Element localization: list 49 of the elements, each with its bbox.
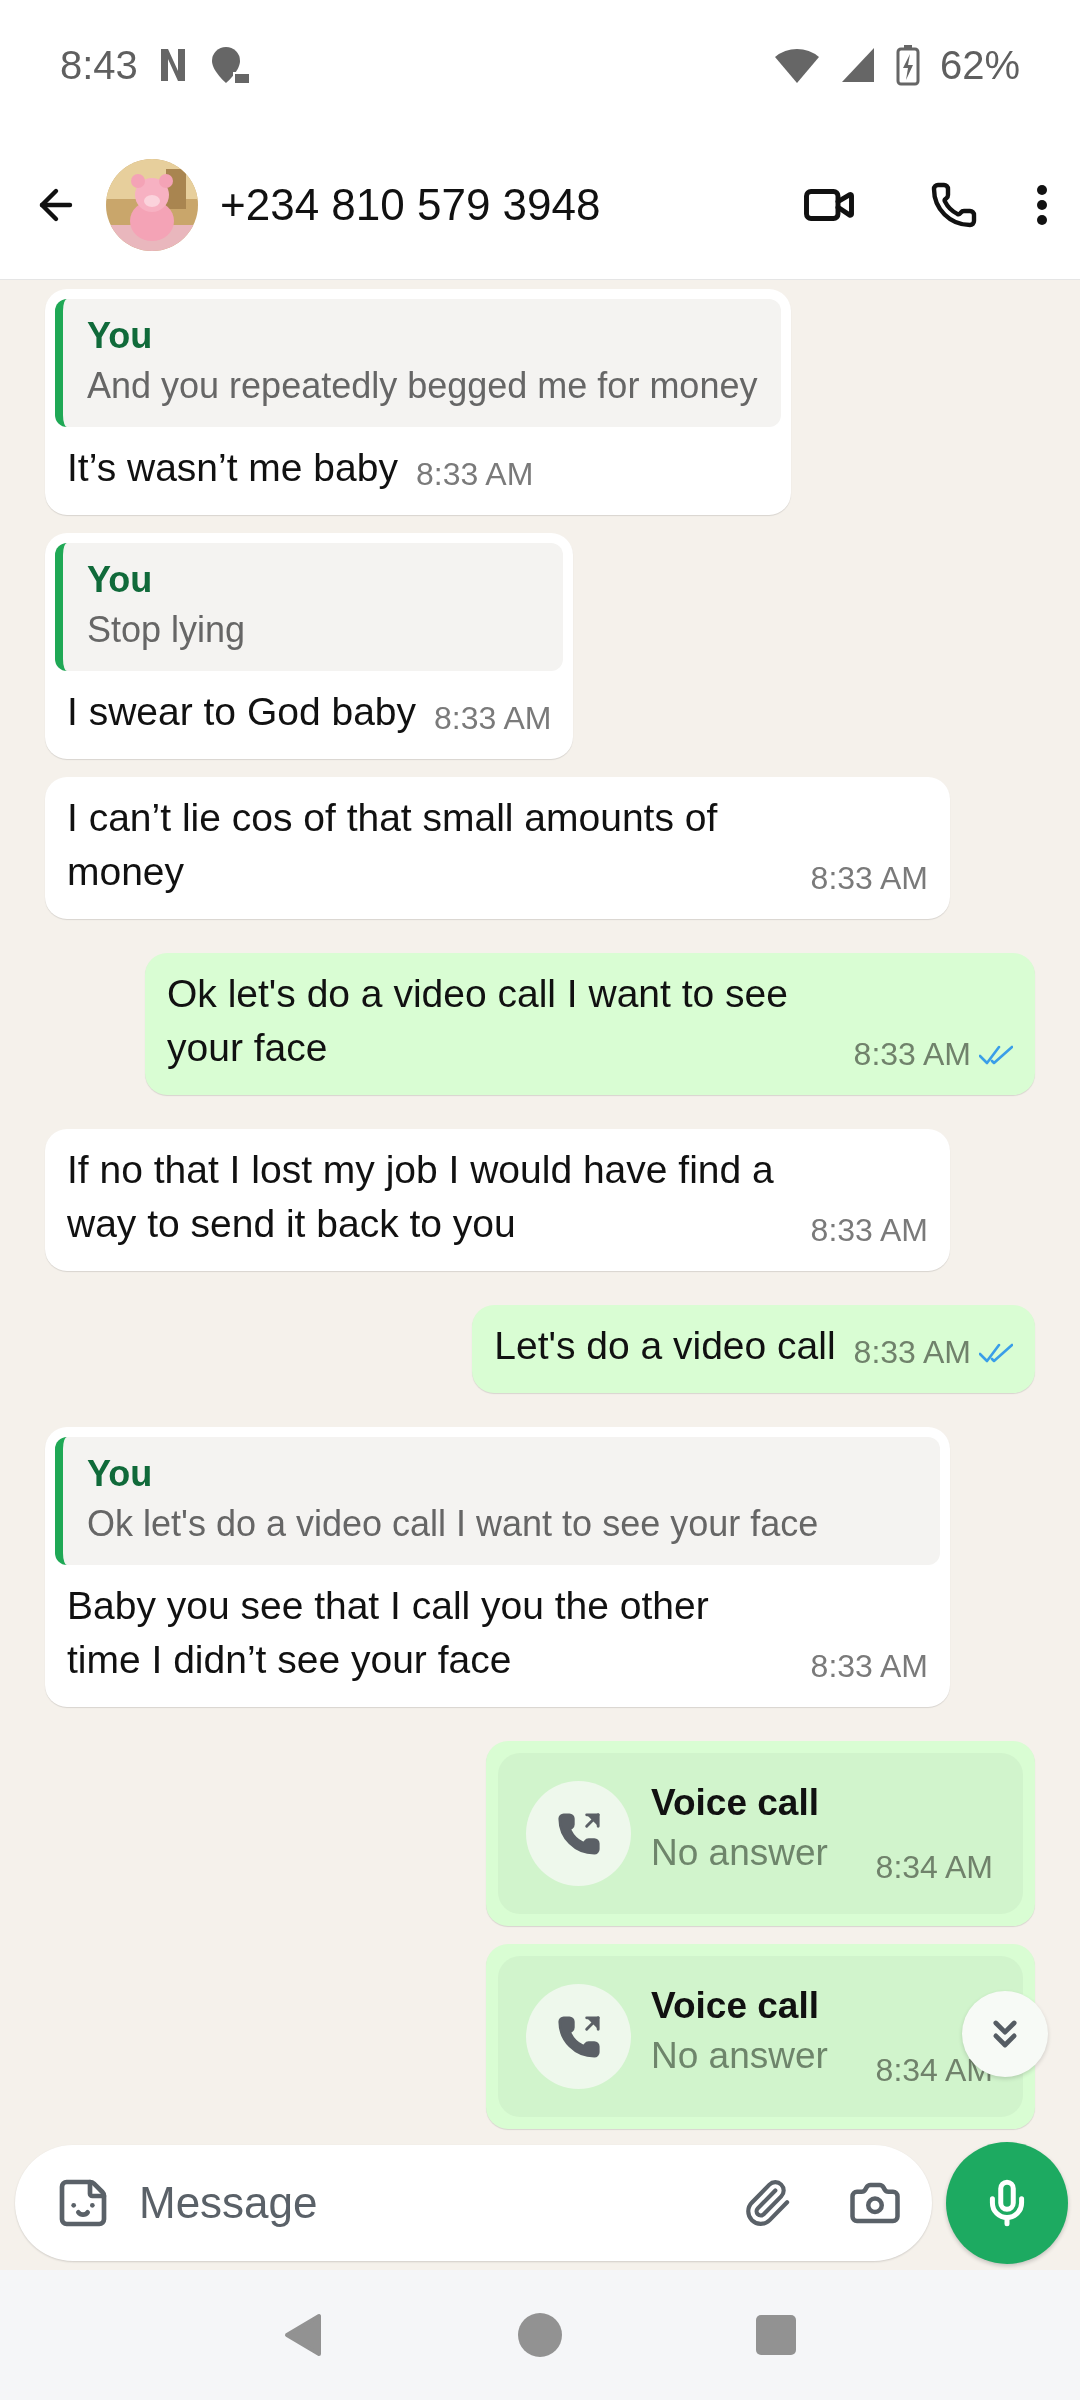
message-time: 8:33 AM [810, 860, 928, 897]
call-title: Voice call [651, 1984, 820, 2027]
outgoing-call-icon [555, 2013, 602, 2060]
contact-name[interactable]: +234 810 579 3948 [220, 179, 776, 230]
message-time: 8:34 AM [875, 1849, 993, 1886]
quoted-reply[interactable]: You Ok let's do a video call I want to see your face [55, 1437, 940, 1565]
message-time: 8:33 AM [810, 1648, 928, 1685]
message-field[interactable]: Message [137, 2176, 716, 2229]
call-status: No answer [651, 1831, 828, 1874]
composer-bar[interactable]: Message [15, 2144, 932, 2261]
message-time: 8:33 AM [853, 1036, 971, 1073]
message-text: I swear to God baby [67, 689, 417, 735]
call-status: No answer [651, 2034, 828, 2077]
received-message-bubble[interactable]: You And you repeatedly begged me for money It’s wasn’t me baby 8:33 AM [45, 289, 792, 515]
message-text: Ok let's do a video call I want to see your face [167, 971, 789, 1071]
call-bubble[interactable]: Voice call No answer 8:34 AM [486, 1741, 1035, 1926]
message-time: 8:33 AM [415, 456, 534, 493]
call-title: Voice call [651, 1781, 820, 1824]
quoted-reply[interactable]: You And you repeatedly begged me for money [55, 299, 782, 427]
phone-icon [930, 180, 978, 229]
quote-author: You [87, 315, 154, 357]
received-message-bubble[interactable]: You Stop lying I swear to God baby 8:33 AM [45, 533, 574, 759]
status-time: 8:43 [60, 42, 138, 88]
message-time: 8:33 AM [434, 700, 552, 737]
home-nav-icon[interactable] [517, 2312, 563, 2358]
signal-icon [839, 46, 876, 84]
quoted-reply[interactable]: You Stop lying [55, 543, 564, 671]
quote-text: And you repeatedly begged me for money [87, 364, 758, 408]
sent-message-bubble[interactable]: Ok let's do a video call I want to see your face 8:33 AM [145, 953, 1035, 1095]
battery-percentage: 62% [939, 42, 1020, 88]
message-text: Let's do a video call [494, 1323, 836, 1369]
quote-text: Ok let's do a video call I want to see your face [87, 1502, 820, 1546]
message-text: If no that I lost my job I would have find a way to send it back to you [67, 1147, 775, 1247]
quote-author: You [87, 559, 154, 601]
message-time: 8:33 AM [810, 1212, 928, 1249]
recents-nav-icon[interactable] [753, 2312, 799, 2358]
message-time: 8:33 AM [853, 1334, 971, 1371]
message-text: I can’t lie cos of that small amounts of money [67, 795, 719, 895]
quote-author: You [87, 1453, 154, 1495]
menu-icon [1036, 183, 1048, 226]
sent-message-bubble[interactable]: Let's do a video call 8:33 AM [472, 1305, 1035, 1393]
outgoing-call-icon [555, 1810, 602, 1857]
received-message-bubble[interactable]: If no that I lost my job I would have find a way to send it back to you 8:33 AM [45, 1129, 950, 1271]
quote-text: Stop lying [87, 608, 247, 652]
message-text: It’s wasn’t me baby [67, 445, 398, 491]
message-text: Baby you see that I call you the other time I didn’t see your face [67, 1583, 710, 1683]
received-message-bubble[interactable]: You Ok let's do a video call I want to see your face Baby you see that I call you the other time I didn’t see your face 8:33 AM [45, 1427, 950, 1707]
battery-charging-icon [895, 44, 920, 86]
received-message-bubble[interactable]: I can’t lie cos of that small amounts of money 8:33 AM [45, 777, 950, 919]
